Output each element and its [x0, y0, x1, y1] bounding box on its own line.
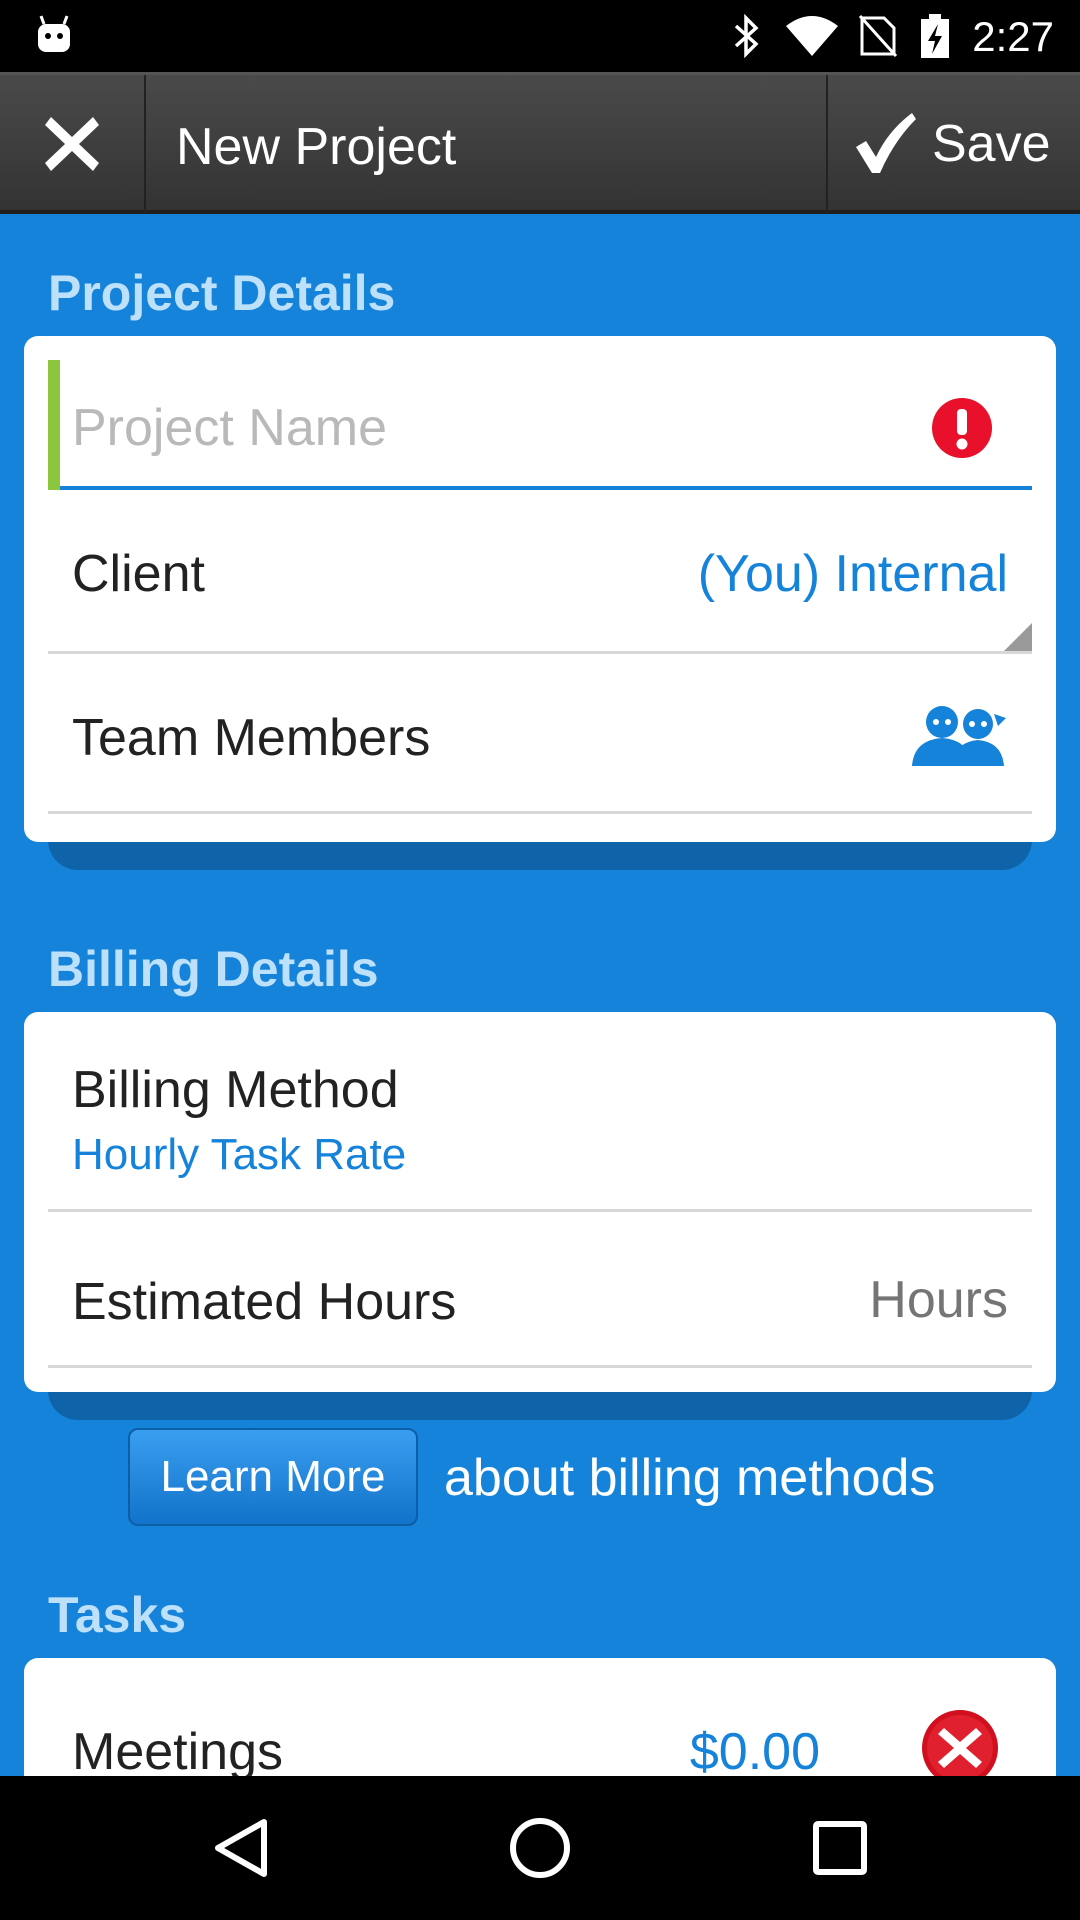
error-icon: [932, 398, 992, 458]
project-details-heading: Project Details: [48, 265, 396, 321]
client-value: (You) Internal: [697, 545, 1008, 603]
no-sim-icon: [858, 14, 898, 58]
project-name-input[interactable]: [72, 398, 892, 458]
action-bar: New Project Save: [0, 72, 1080, 214]
android-icon: [38, 15, 70, 52]
required-indicator: [48, 360, 60, 490]
client-selector[interactable]: Client (You) Internal: [48, 492, 1032, 654]
learn-more-button[interactable]: Learn More: [128, 1428, 418, 1526]
close-button[interactable]: [0, 75, 146, 213]
close-icon: [45, 117, 99, 171]
save-label: Save: [932, 115, 1051, 173]
team-members-label: Team Members: [72, 709, 431, 767]
billing-method-value: Hourly Task Rate: [72, 1130, 407, 1179]
status-bar: 2:27: [0, 0, 1080, 72]
estimated-hours-input[interactable]: [708, 1270, 1008, 1330]
estimated-hours-label: Estimated Hours: [72, 1273, 457, 1331]
page-title: New Project: [176, 118, 457, 176]
tasks-heading: Tasks: [48, 1587, 187, 1643]
battery-charging-icon: [921, 14, 949, 58]
card-shadow: [48, 1390, 1032, 1420]
dropdown-indicator-icon: [1004, 623, 1032, 651]
client-label: Client: [72, 545, 205, 603]
checkmark-icon: [856, 113, 916, 173]
task-row[interactable]: Meetings $0.00: [48, 1658, 1032, 1776]
billing-method-selector[interactable]: Billing Method Hourly Task Rate: [48, 1012, 1032, 1212]
task-name: Meetings: [72, 1723, 283, 1776]
team-members-row[interactable]: Team Members: [48, 654, 1032, 814]
remove-icon[interactable]: [922, 1710, 998, 1776]
project-details-card: Client (You) Internal Team Members: [24, 336, 1056, 842]
save-button[interactable]: Save: [826, 75, 1080, 213]
navigation-bar: [0, 1776, 1080, 1920]
tasks-card: Meetings $0.00: [24, 1658, 1056, 1776]
home-icon[interactable]: [504, 1812, 576, 1884]
back-icon[interactable]: [206, 1812, 278, 1884]
billing-details-heading: Billing Details: [48, 941, 379, 997]
bluetooth-icon: [734, 14, 759, 58]
team-members-icon: [912, 706, 1006, 766]
status-clock: 2:27: [972, 13, 1054, 60]
project-name-field[interactable]: [48, 360, 1032, 490]
recents-icon[interactable]: [804, 1812, 876, 1884]
estimated-hours-row: Estimated Hours: [48, 1212, 1032, 1368]
learn-more-text: about billing methods: [444, 1449, 936, 1507]
wifi-icon: [786, 16, 838, 56]
billing-method-label: Billing Method: [72, 1061, 399, 1119]
billing-details-card: Billing Method Hourly Task Rate Estimate…: [24, 1012, 1056, 1392]
task-rate: $0.00: [689, 1723, 820, 1776]
card-shadow: [48, 840, 1032, 870]
